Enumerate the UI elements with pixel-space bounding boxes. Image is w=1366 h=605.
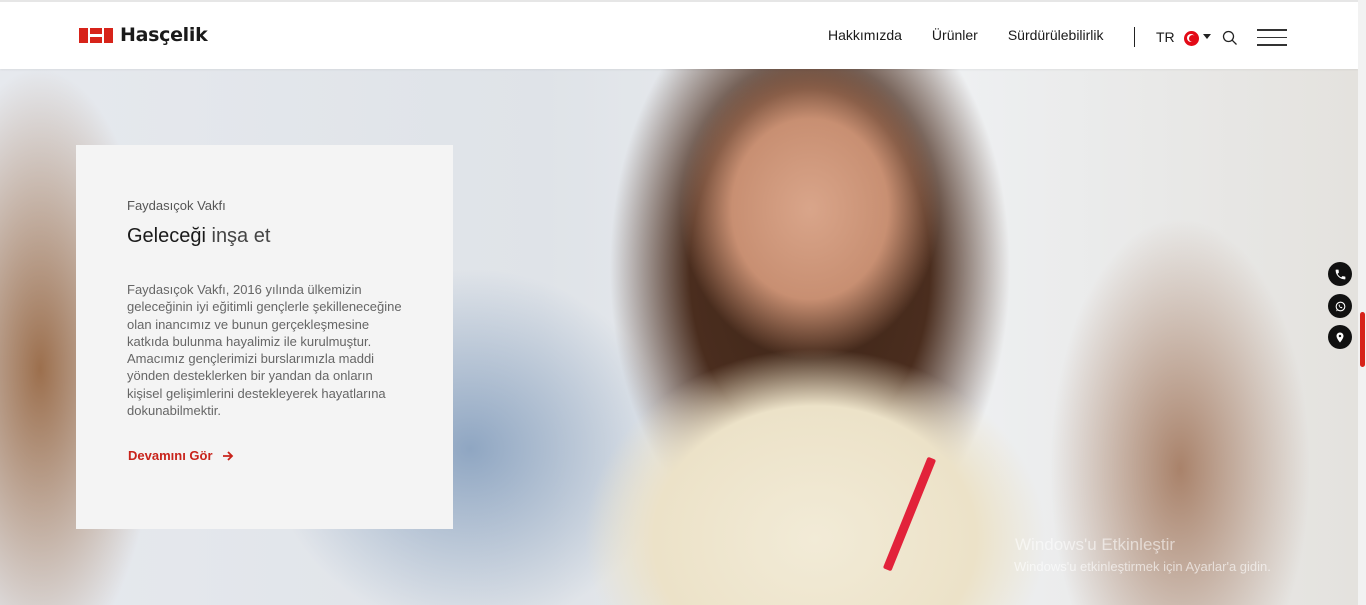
language-selector[interactable]: TR (1156, 29, 1175, 45)
chevron-down-icon[interactable] (1203, 34, 1211, 39)
card-title: Geleceği inşa et (127, 225, 270, 248)
logo-mark-icon (79, 27, 113, 43)
hamburger-menu-icon[interactable] (1257, 29, 1287, 46)
search-icon[interactable] (1222, 30, 1238, 46)
card-title-strong: Geleceği (127, 225, 206, 247)
logo-text: Hasçelik (120, 24, 208, 46)
scrollbar-thumb[interactable] (1360, 312, 1365, 367)
arrow-right-icon (222, 450, 233, 461)
foundation-card: Faydasıçok Vakfı Geleceği inşa et Faydas… (76, 145, 453, 529)
site-header: Hasçelik Hakkımızda Ürünler Sürdürülebil… (0, 0, 1358, 69)
read-more-label: Devamını Gör (128, 448, 213, 463)
card-eyebrow: Faydasıçok Vakfı (127, 198, 226, 213)
whatsapp-icon[interactable] (1328, 294, 1352, 318)
nav-divider (1134, 27, 1135, 47)
scrollbar-track[interactable] (1358, 0, 1366, 605)
phone-icon[interactable] (1328, 262, 1352, 286)
card-title-light: inşa et (205, 225, 271, 247)
main-nav: Hakkımızda Ürünler Sürdürülebilirlik (828, 27, 1104, 43)
nav-item-sustainability[interactable]: Sürdürülebilirlik (1008, 27, 1104, 43)
nav-item-products[interactable]: Ürünler (932, 27, 978, 43)
pencil-decoration (882, 456, 937, 572)
card-body: Faydasıçok Vakfı, 2016 yılında ülkemizin… (127, 282, 402, 419)
activation-watermark-subtitle: Windows'u etkinleştirmek için Ayarlar'a … (1014, 559, 1271, 574)
nav-item-about[interactable]: Hakkımızda (828, 27, 902, 43)
turkey-flag-icon[interactable] (1184, 31, 1199, 46)
location-pin-icon[interactable] (1328, 325, 1352, 349)
activation-watermark-title: Windows'u Etkinleştir (1015, 535, 1176, 554)
read-more-link[interactable]: Devamını Gör (128, 448, 234, 463)
logo[interactable]: Hasçelik (79, 24, 208, 46)
